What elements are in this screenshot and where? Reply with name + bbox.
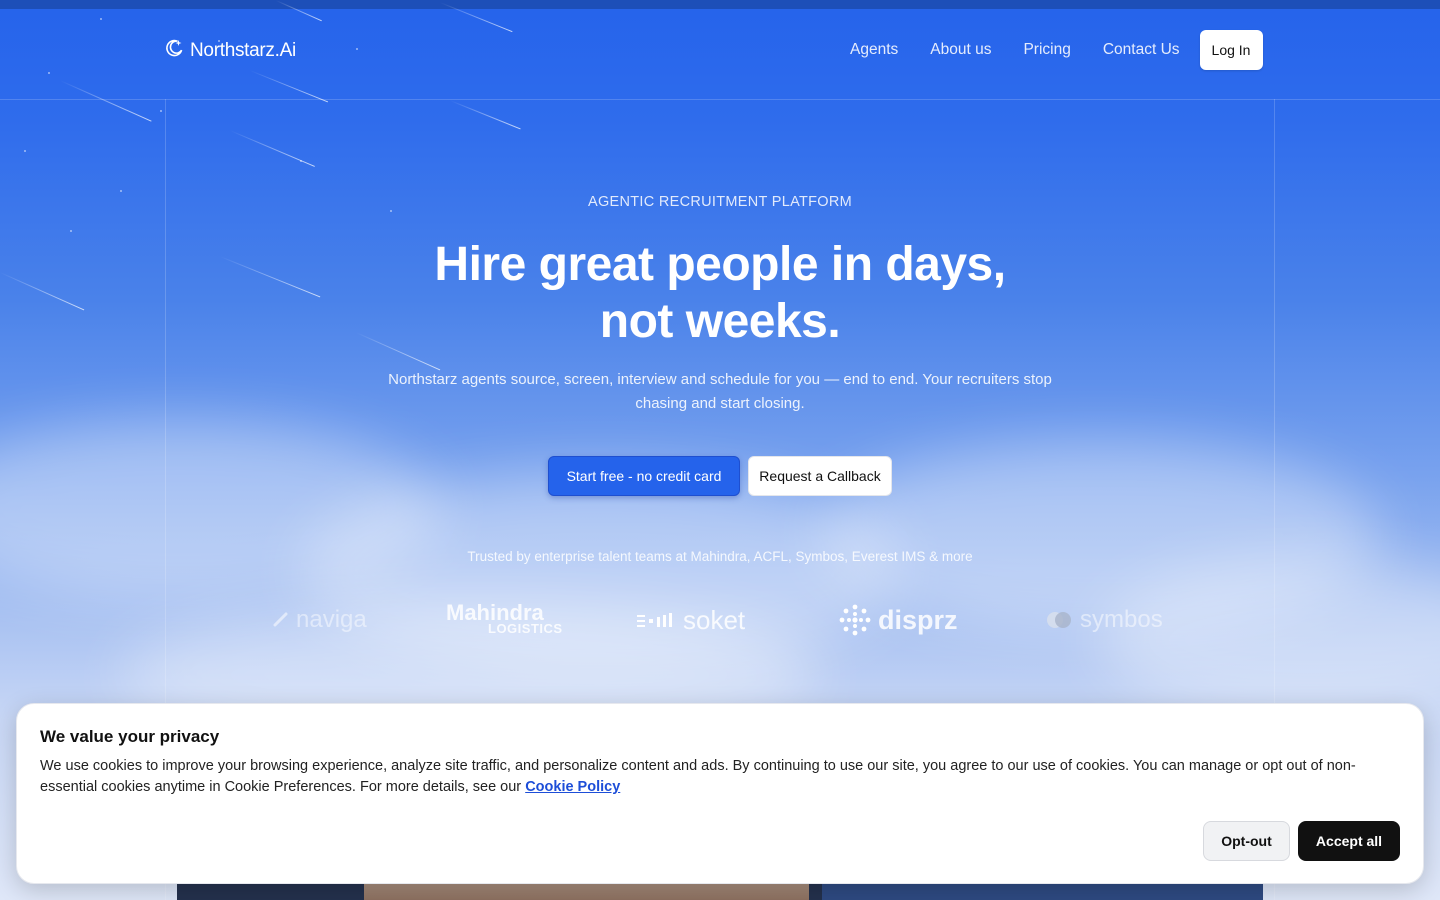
naviga-mark-icon xyxy=(273,612,288,627)
disprz-snowflake-icon xyxy=(839,604,871,636)
cookie-banner-text: We use cookies to improve your browsing … xyxy=(40,756,1406,798)
hero-headline-line-1: Hire great people in days, xyxy=(434,238,1006,291)
soket-mark-icon xyxy=(637,612,672,627)
naviga-logo: naviga xyxy=(272,606,367,634)
mahindra-logistics-logo: Mahindra LOGISTICS xyxy=(446,600,563,636)
accept-all-button[interactable]: Accept all xyxy=(1298,821,1400,861)
symbos-logo-text: symbos xyxy=(1080,606,1163,633)
symbos-mark-icon xyxy=(1047,612,1071,628)
nav-link-contact-us[interactable]: Contact Us xyxy=(1087,30,1196,70)
brand-logo[interactable]: Northstarz.Ai xyxy=(164,38,296,63)
disprz-logo: disprz xyxy=(838,603,958,637)
soket-logo: soket xyxy=(637,605,745,636)
cookie-banner-title: We value your privacy xyxy=(40,727,220,746)
hero-headline: Hire great people in days, not weeks. xyxy=(370,236,1070,350)
client-logos: naviga Mahindra LOGISTICS soket disprz s… xyxy=(0,600,1440,640)
hero-headline-line-2: not weeks. xyxy=(599,295,841,348)
main-nav: Agents About us Pricing Contact Us Log I… xyxy=(834,30,1263,70)
request-callback-button[interactable]: Request a Callback xyxy=(748,456,892,496)
naviga-logo-text: naviga xyxy=(296,606,367,633)
site-header: Northstarz.Ai Agents About us Pricing Co… xyxy=(0,9,1440,99)
header-divider xyxy=(0,99,1440,100)
nav-link-pricing[interactable]: Pricing xyxy=(1007,30,1086,70)
cookie-actions: Opt-out Accept all xyxy=(1203,821,1400,861)
hero-subhead: Northstarz agents source, screen, interv… xyxy=(388,371,1052,412)
mahindra-logo-text: Mahindra xyxy=(446,600,544,625)
disprz-logo-text: disprz xyxy=(878,604,958,635)
opt-out-button[interactable]: Opt-out xyxy=(1203,821,1290,861)
top-accent-bar xyxy=(0,0,1440,9)
cookie-banner-body: We use cookies to improve your browsing … xyxy=(40,758,1356,795)
login-button[interactable]: Log In xyxy=(1199,30,1263,70)
brand-name: Northstarz.Ai xyxy=(190,39,296,61)
cookie-policy-link[interactable]: Cookie Policy xyxy=(525,779,620,795)
hero-eyebrow: AGENTIC RECRUITMENT PLATFORM xyxy=(587,194,853,210)
symbos-logo: symbos xyxy=(1046,606,1163,634)
crescent-sparkle-icon xyxy=(164,38,184,63)
cookie-consent-banner: We value your privacy We use cookies to … xyxy=(16,703,1424,884)
start-free-button[interactable]: Start free - no credit card xyxy=(548,456,740,496)
logistics-logo-text: LOGISTICS xyxy=(488,621,563,636)
hero-cta-group: Start free - no credit card Request a Ca… xyxy=(548,456,892,496)
nav-link-agents[interactable]: Agents xyxy=(834,30,914,70)
nav-link-about-us[interactable]: About us xyxy=(914,30,1007,70)
trusted-by-text: Trusted by enterprise talent teams at Ma… xyxy=(467,549,973,564)
soket-logo-text: soket xyxy=(683,605,746,635)
